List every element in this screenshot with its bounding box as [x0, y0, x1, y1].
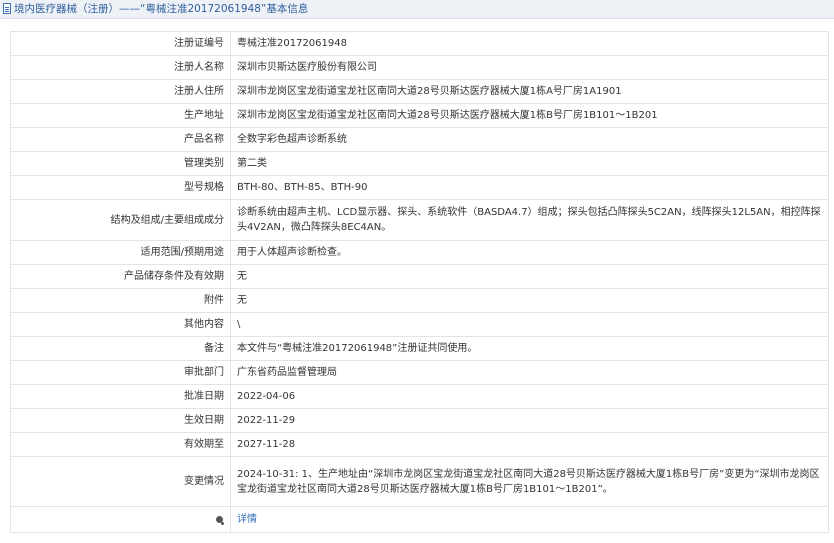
table-row: 管理类别 第二类: [10, 151, 829, 176]
table-row: 生效日期 2022-11-29: [10, 408, 829, 433]
field-value: 诊断系统由超声主机、LCD显示器、探头、系统软件（BASDA4.7）组成；探头包…: [230, 199, 829, 241]
table-row: 注册人名称 深圳市贝斯达医疗股份有限公司: [10, 55, 829, 80]
field-label: 产品名称: [10, 127, 231, 152]
document-icon: [3, 3, 11, 14]
table-row: 注册证编号 粤械注准20172061948: [10, 31, 829, 56]
field-label: 适用范围/预期用途: [10, 240, 231, 265]
table-row: 其他内容 \: [10, 312, 829, 337]
table-row: 生产地址 深圳市龙岗区宝龙街道宝龙社区南同大道28号贝斯达医疗器械大厦1栋B号厂…: [10, 103, 829, 128]
field-label: 变更情况: [10, 456, 231, 507]
table-row: 附件 无: [10, 288, 829, 313]
table-row: 产品名称 全数字彩色超声诊断系统: [10, 127, 829, 152]
field-label: 产品储存条件及有效期: [10, 264, 231, 289]
table-row: 变更情况 2024-10-31: 1、生产地址由“深圳市龙岗区宝龙街道宝龙社区南…: [10, 456, 829, 507]
field-value: 2022-11-29: [230, 408, 829, 433]
field-label: 生效日期: [10, 408, 231, 433]
table-row: 有效期至 2027-11-28: [10, 432, 829, 457]
field-label: 有效期至: [10, 432, 231, 457]
detail-cell: 详情: [230, 506, 829, 533]
field-label: 生产地址: [10, 103, 231, 128]
field-value: 全数字彩色超声诊断系统: [230, 127, 829, 152]
field-label: 注册人住所: [10, 79, 231, 104]
field-label: 注册证编号: [10, 31, 231, 56]
field-label: 备注: [10, 336, 231, 361]
field-label: 管理类别: [10, 151, 231, 176]
table-row: 型号规格 BTH-80、BTH-85、BTH-90: [10, 175, 829, 200]
field-value: 无: [230, 264, 829, 289]
field-label: 附件: [10, 288, 231, 313]
field-label: 其他内容: [10, 312, 231, 337]
tip-label-cell: [10, 506, 231, 533]
field-value: 深圳市龙岗区宝龙街道宝龙社区南同大道28号贝斯达医疗器械大厦1栋A号厂房1A19…: [230, 79, 829, 104]
table-row: 审批部门 广东省药品监督管理局: [10, 360, 829, 385]
table-row: 备注 本文件与“粤械注准20172061948”注册证共同使用。: [10, 336, 829, 361]
page-title: 境内医疗器械（注册）——“粤械注准20172061948”基本信息: [14, 3, 309, 15]
field-value: \: [230, 312, 829, 337]
field-label: 批准日期: [10, 384, 231, 409]
field-value: 2022-04-06: [230, 384, 829, 409]
field-value: 本文件与“粤械注准20172061948”注册证共同使用。: [230, 336, 829, 361]
tip-row: 详情: [10, 506, 829, 533]
field-value: BTH-80、BTH-85、BTH-90: [230, 175, 829, 200]
field-value: 第二类: [230, 151, 829, 176]
field-value: 广东省药品监督管理局: [230, 360, 829, 385]
table-row: 注册人住所 深圳市龙岗区宝龙街道宝龙社区南同大道28号贝斯达医疗器械大厦1栋A号…: [10, 79, 829, 104]
field-value: 深圳市龙岗区宝龙街道宝龙社区南同大道28号贝斯达医疗器械大厦1栋B号厂房1B10…: [230, 103, 829, 128]
field-value: 2027-11-28: [230, 432, 829, 457]
field-label: 型号规格: [10, 175, 231, 200]
field-label: 结构及组成/主要组成成分: [10, 199, 231, 241]
field-value: 用于人体超声诊断检查。: [230, 240, 829, 265]
table-row: 适用范围/预期用途 用于人体超声诊断检查。: [10, 240, 829, 265]
table-row: 结构及组成/主要组成成分 诊断系统由超声主机、LCD显示器、探头、系统软件（BA…: [10, 199, 829, 241]
field-value: 粤械注准20172061948: [230, 31, 829, 56]
detail-link[interactable]: 详情: [237, 514, 257, 525]
field-value: 2024-10-31: 1、生产地址由“深圳市龙岗区宝龙街道宝龙社区南同大道28…: [230, 456, 829, 507]
table-row: 产品储存条件及有效期 无: [10, 264, 829, 289]
field-label: 注册人名称: [10, 55, 231, 80]
tip-icon: [216, 516, 224, 525]
table-row: 批准日期 2022-04-06: [10, 384, 829, 409]
page-header: 境内医疗器械（注册）——“粤械注准20172061948”基本信息: [0, 0, 834, 19]
field-value: 深圳市贝斯达医疗股份有限公司: [230, 55, 829, 80]
registration-info-table: 注册证编号 粤械注准20172061948 注册人名称 深圳市贝斯达医疗股份有限…: [10, 31, 829, 533]
field-label: 审批部门: [10, 360, 231, 385]
field-value: 无: [230, 288, 829, 313]
